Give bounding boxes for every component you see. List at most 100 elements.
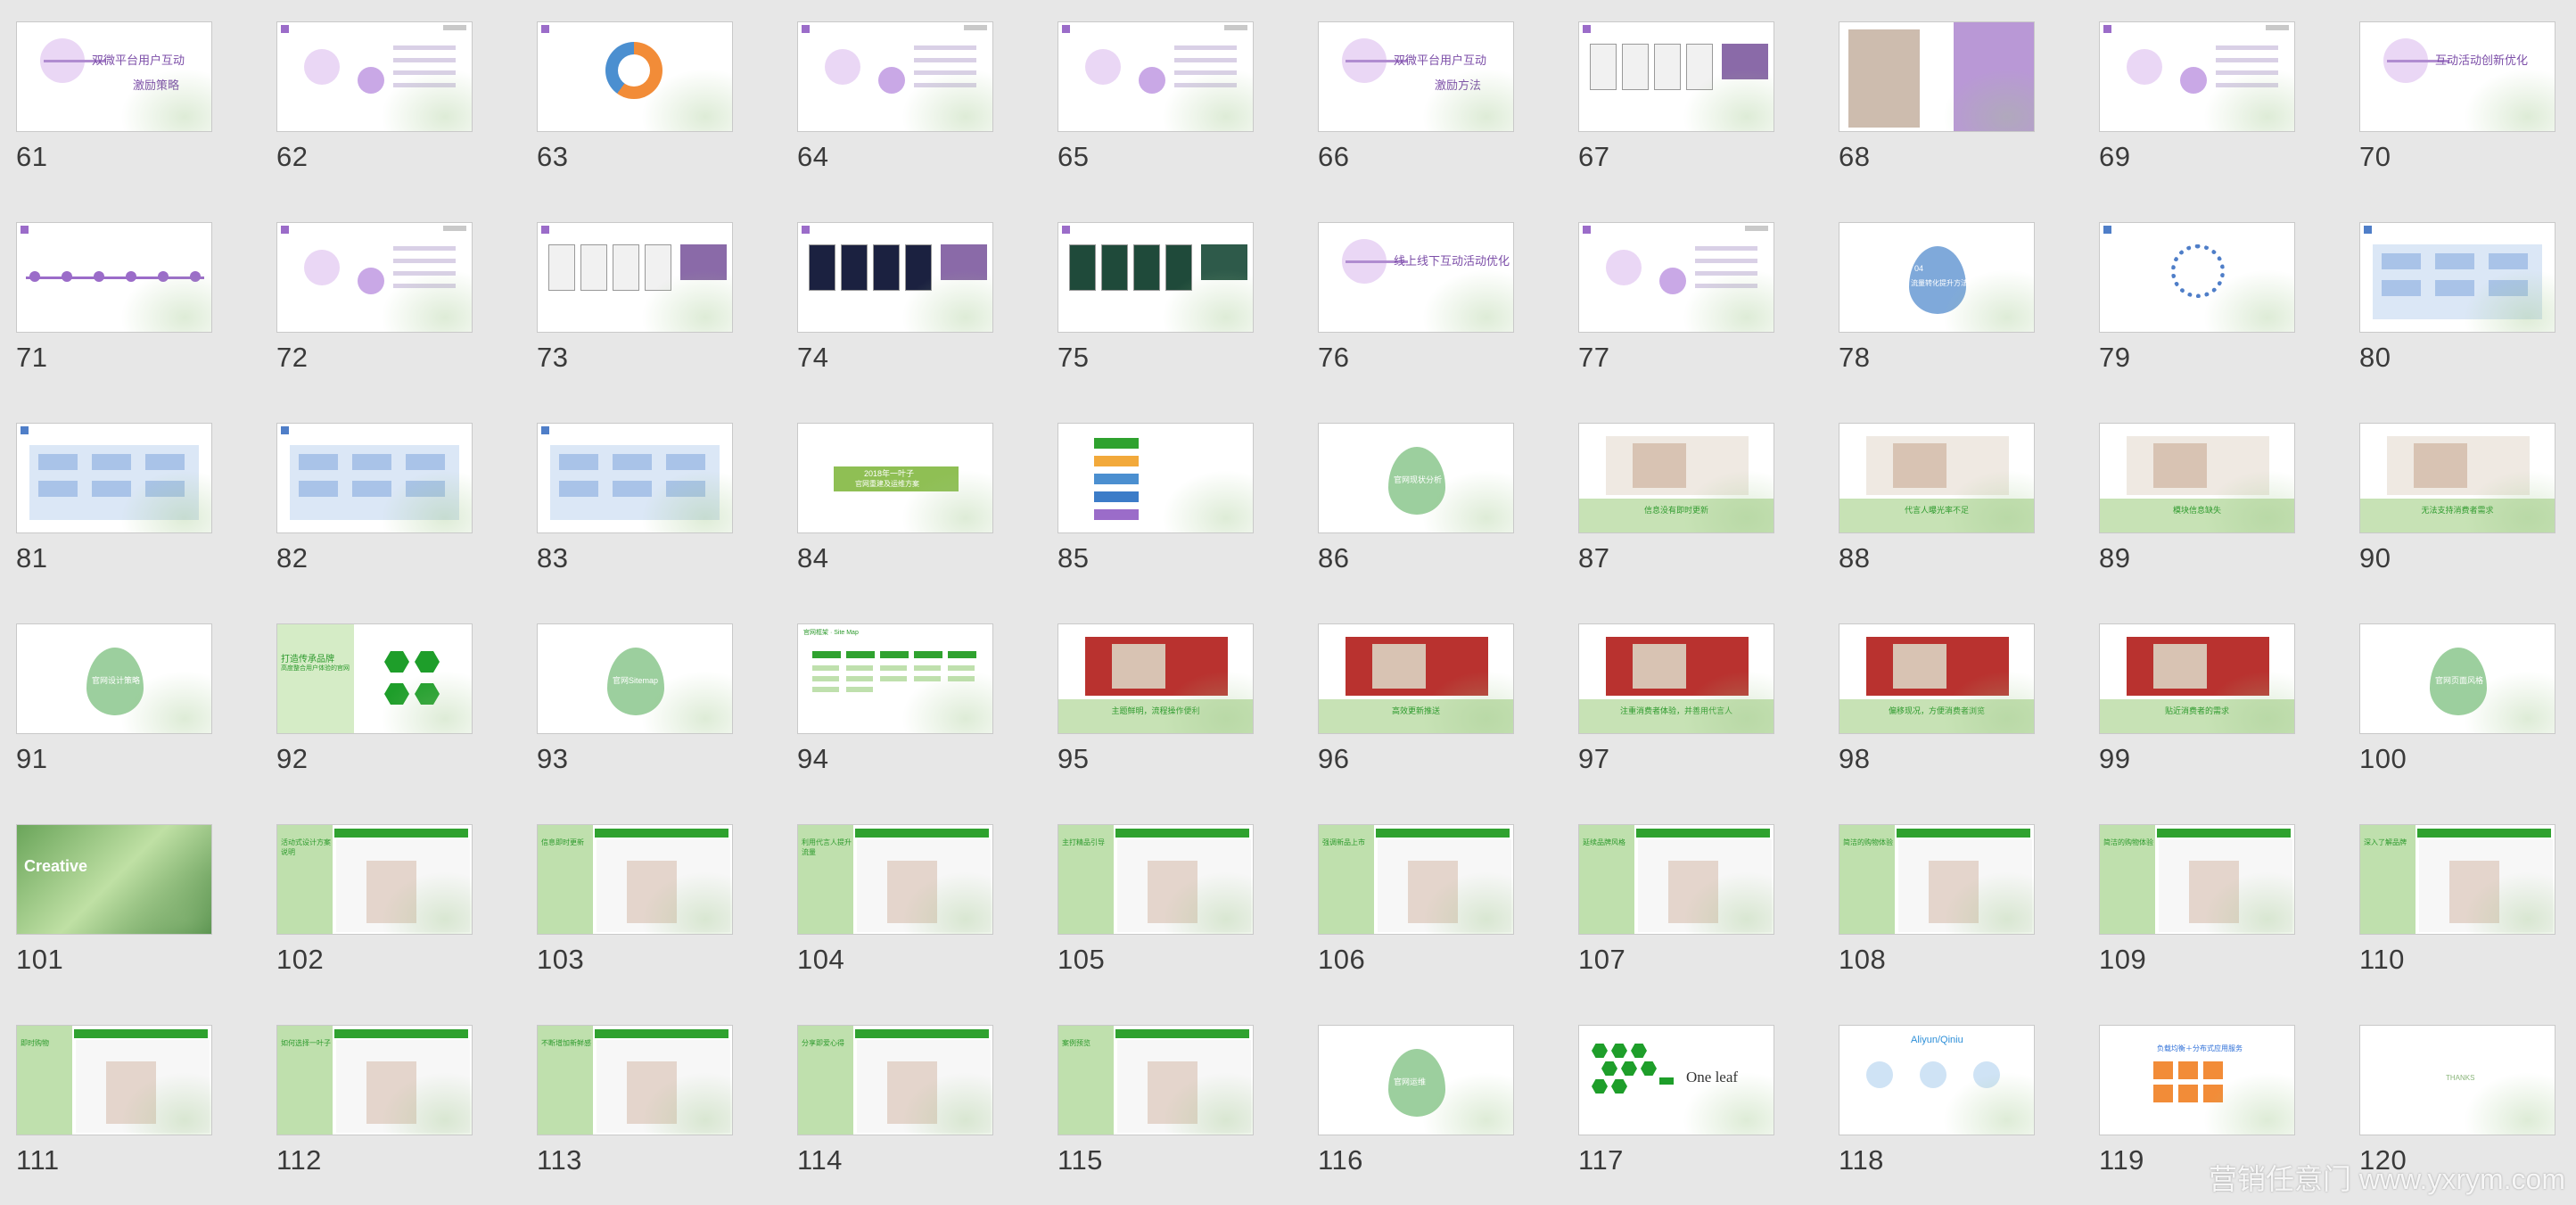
text-line	[393, 45, 456, 50]
green-nav-bar	[595, 1029, 728, 1038]
slide-thumbnail-97[interactable]: 注重消费者体验，并善用代言人 97	[1562, 602, 1774, 789]
slide-number: 70	[2359, 141, 2391, 172]
diagram-box	[613, 481, 652, 497]
slide-number: 116	[1318, 1144, 1363, 1176]
slide-thumbnail-78[interactable]: 04 流量转化提升方法 78	[1823, 201, 2035, 388]
slide-thumbnail-63[interactable]: 63	[521, 0, 733, 187]
slide-number: 68	[1839, 141, 1871, 172]
slide-thumbnail-82[interactable]: 82	[260, 401, 473, 589]
server-title: 负载均衡＋分布式应用服务	[2157, 1044, 2243, 1052]
slide-preview: One leaf	[1578, 1025, 1774, 1135]
slide-thumbnail-71[interactable]: 71	[0, 201, 212, 388]
slide-thumbnail-113[interactable]: 不断增加新鲜感 113	[521, 1003, 733, 1191]
slide-thumbnail-106[interactable]: 强调新品上市 106	[1302, 803, 1514, 990]
slide-thumbnail-75[interactable]: 75	[1041, 201, 1254, 388]
slide-preview: 打造传承品牌 高度整合用户体验的官网	[276, 623, 473, 734]
slide-thumbnail-118[interactable]: Aliyun/Qiniu 118	[1823, 1003, 2035, 1191]
slide-thumbnail-69[interactable]: 69	[2083, 0, 2295, 187]
slide-thumbnail-101[interactable]: Creative 101	[0, 803, 212, 990]
slide-number: 84	[797, 542, 829, 574]
step-bar	[1094, 438, 1139, 449]
green-hex-icon	[415, 683, 440, 705]
slide-thumbnail-66[interactable]: 双微平台用户互动 激励方法 66	[1302, 0, 1514, 187]
slide-thumbnail-90[interactable]: 无法支持消费者需求 90	[2343, 401, 2555, 589]
slide-thumbnail-85[interactable]: 85	[1041, 401, 1254, 589]
model-photo	[1668, 861, 1718, 923]
purple-bubble-icon	[825, 49, 860, 85]
aliyun-title: Aliyun/Qiniu	[1911, 1035, 1963, 1045]
creative-title: Creative	[24, 857, 88, 875]
slide-thumbnail-112[interactable]: 如何选择一叶子 112	[260, 1003, 473, 1191]
slide-preview	[276, 21, 473, 132]
section-subtitle: 激励策略	[133, 78, 180, 92]
slide-thumbnail-109[interactable]: 简洁的购物体验 109	[2083, 803, 2295, 990]
slide-thumbnail-95[interactable]: 主题鲜明，流程操作便利 95	[1041, 602, 1254, 789]
slide-thumbnail-96[interactable]: 高效更新推送 96	[1302, 602, 1514, 789]
slide-thumbnail-104[interactable]: 利用代言人提升流量 104	[781, 803, 993, 990]
slide-thumbnail-93[interactable]: 官网Sitemap 93	[521, 602, 733, 789]
slide-preview	[1058, 423, 1254, 533]
slide-thumbnail-76[interactable]: 线上线下互动活动优化 76	[1302, 201, 1514, 388]
purple-bubble-icon	[1659, 268, 1686, 294]
slide-thumbnail-79[interactable]: 79	[2083, 201, 2295, 388]
timeline-line	[26, 276, 204, 279]
sitemap-leaf	[812, 665, 839, 671]
slide-thumbnail-87[interactable]: 信息没有即时更新 87	[1562, 401, 1774, 589]
slide-thumbnail-111[interactable]: 即时购物 111	[0, 1003, 212, 1191]
purple-bubble-icon	[878, 67, 905, 94]
slide-thumbnail-84[interactable]: 2018年一叶子 官网重建及运维方案 84	[781, 401, 993, 589]
slide-thumbnail-99[interactable]: 贴近消费者的需求 99	[2083, 602, 2295, 789]
slide-thumbnail-115[interactable]: 案例预览 115	[1041, 1003, 1254, 1191]
slide-thumbnail-72[interactable]: 72	[260, 201, 473, 388]
slide-thumbnail-103[interactable]: 信息即时更新 103	[521, 803, 733, 990]
slide-thumbnail-62[interactable]: 62	[260, 0, 473, 187]
slide-thumbnail-67[interactable]: 67	[1562, 0, 1774, 187]
slide-thumbnail-116[interactable]: 官网运维 116	[1302, 1003, 1514, 1191]
slide-number: 96	[1318, 743, 1350, 774]
slide-thumbnail-83[interactable]: 83	[521, 401, 733, 589]
slide-thumbnail-110[interactable]: 深入了解品牌 110	[2343, 803, 2555, 990]
slide-thumbnail-100[interactable]: 官网页面风格 100	[2343, 602, 2555, 789]
sitemap-node	[948, 651, 976, 658]
slide-thumbnail-86[interactable]: 官网现状分析 86	[1302, 401, 1514, 589]
slide-thumbnail-88[interactable]: 代言人曝光率不足 88	[1823, 401, 2035, 589]
slide-thumbnail-117[interactable]: One leaf 117	[1562, 1003, 1774, 1191]
slide-thumbnail-77[interactable]: 77	[1562, 201, 1774, 388]
slide-thumbnail-105[interactable]: 主打精品引导 105	[1041, 803, 1254, 990]
model-photo	[1633, 443, 1686, 488]
text-line	[914, 70, 976, 75]
model-photo	[1408, 861, 1458, 923]
purple-bubble-icon	[304, 49, 340, 85]
thanks-text: THANKS	[2446, 1074, 2475, 1082]
header-marker	[2103, 226, 2111, 234]
slide-thumbnail-107[interactable]: 延续品牌风格 107	[1562, 803, 1774, 990]
slide-preview: 分享即爱心得	[797, 1025, 993, 1135]
slide-thumbnail-73[interactable]: 73	[521, 201, 733, 388]
slide-thumbnail-74[interactable]: 74	[781, 201, 993, 388]
model-photo	[1633, 644, 1686, 689]
diagram-box	[559, 454, 598, 470]
slide-number: 97	[1578, 743, 1610, 774]
slide-thumbnail-80[interactable]: 80	[2343, 201, 2555, 388]
text-line	[1695, 246, 1757, 251]
slide-thumbnail-61[interactable]: 双微平台用户互动 激励策略 61	[0, 0, 212, 187]
slide-caption: 主题鲜明，流程操作便利	[1111, 706, 1200, 715]
slide-thumbnail-92[interactable]: 打造传承品牌 高度整合用户体验的官网 92	[260, 602, 473, 789]
slide-thumbnail-108[interactable]: 简洁的购物体验 108	[1823, 803, 2035, 990]
slide-thumbnail-114[interactable]: 分享即爱心得 114	[781, 1003, 993, 1191]
slide-thumbnail-94[interactable]: 官网框架 · Site Map 94	[781, 602, 993, 789]
slide-thumbnail-70[interactable]: 互动活动创新优化 70	[2343, 0, 2555, 187]
slide-thumbnail-89[interactable]: 模块信息缺失 89	[2083, 401, 2295, 589]
slide-thumbnail-102[interactable]: 活动式设计方案说明 102	[260, 803, 473, 990]
slide-thumbnail-81[interactable]: 81	[0, 401, 212, 589]
slide-thumbnail-65[interactable]: 65	[1041, 0, 1254, 187]
slide-thumbnail-98[interactable]: 偏移现况，方便消费者浏览 98	[1823, 602, 2035, 789]
slide-preview: 官网Sitemap	[537, 623, 733, 734]
green-nav-bar	[1636, 829, 1770, 838]
slide-number: 89	[2099, 542, 2131, 574]
slide-thumbnail-91[interactable]: 官网设计策略 91	[0, 602, 212, 789]
slide-number: 63	[537, 141, 569, 172]
slide-thumbnail-68[interactable]: 68	[1823, 0, 2035, 187]
text-line	[393, 259, 456, 263]
slide-thumbnail-64[interactable]: 64	[781, 0, 993, 187]
